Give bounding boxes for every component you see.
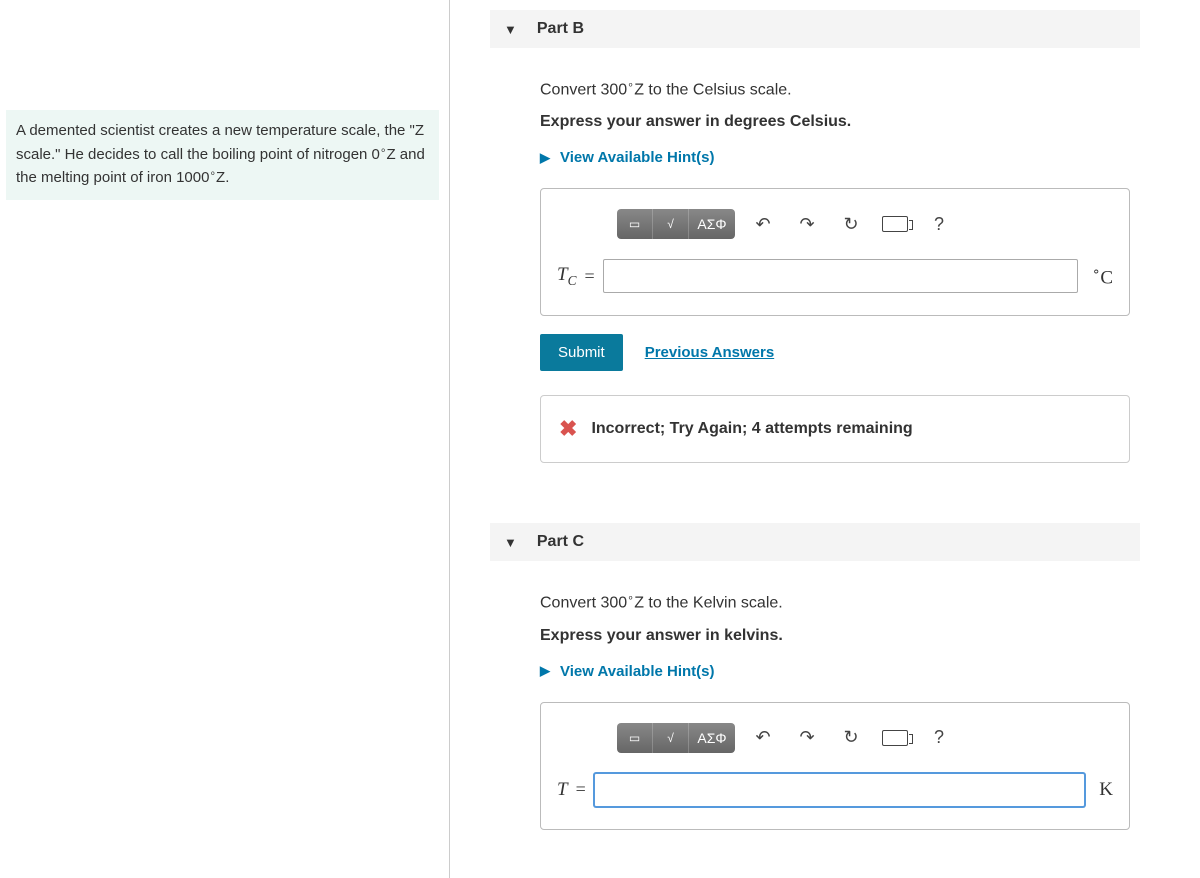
part-c-answer-box: ▭ √ ΑΣΦ ↶ ↷ ↻ ? T = K: [540, 702, 1130, 830]
root-icon[interactable]: √: [653, 723, 689, 753]
part-b-previous-answers-link[interactable]: Previous Answers: [645, 344, 775, 361]
part-b-hints-toggle[interactable]: ▶ View Available Hint(s): [540, 149, 1130, 166]
undo-icon[interactable]: ↶: [747, 724, 779, 752]
hints-label: View Available Hint(s): [560, 663, 715, 680]
reset-icon[interactable]: ↻: [835, 724, 867, 752]
part-c-unit: K: [1099, 779, 1113, 801]
mp-value: 1000: [176, 169, 209, 186]
part-b-toolbar: ▭ √ ΑΣΦ ↶ ↷ ↻ ?: [617, 209, 1113, 239]
part-c-hints-toggle[interactable]: ▶ View Available Hint(s): [540, 663, 1130, 680]
root-icon[interactable]: √: [653, 209, 689, 239]
part-b-variable: TC: [557, 264, 576, 289]
redo-icon[interactable]: ↷: [791, 210, 823, 238]
help-icon[interactable]: ?: [923, 210, 955, 238]
part-b-header[interactable]: ▼ Part B: [490, 10, 1140, 48]
redo-icon[interactable]: ↷: [791, 724, 823, 752]
keyboard-icon[interactable]: [879, 210, 911, 238]
part-c-question: Convert 300∘Z to the Kelvin scale.: [540, 591, 1130, 612]
hints-label: View Available Hint(s): [560, 149, 715, 166]
template-icon[interactable]: ▭: [617, 209, 653, 239]
part-b-question: Convert 300∘Z to the Celsius scale.: [540, 78, 1130, 99]
feedback-text: Incorrect; Try Again; 4 attempts remaini…: [591, 420, 912, 438]
bp-letter: Z: [386, 146, 395, 163]
caret-right-icon: ▶: [540, 663, 550, 679]
part-c-answer-input[interactable]: [594, 773, 1086, 807]
greek-icon[interactable]: ΑΣΦ: [689, 209, 735, 239]
equals-sign: =: [576, 779, 586, 800]
part-c-instruction: Express your answer in kelvins.: [540, 627, 1130, 645]
part-b-instruction: Express your answer in degrees Celsius.: [540, 113, 1130, 131]
part-b-answer-input[interactable]: [603, 259, 1078, 293]
undo-icon[interactable]: ↶: [747, 210, 779, 238]
caret-down-icon: ▼: [504, 535, 517, 550]
greek-icon[interactable]: ΑΣΦ: [689, 723, 735, 753]
part-b-title: Part B: [537, 20, 584, 38]
reset-icon[interactable]: ↻: [835, 210, 867, 238]
part-b-feedback: ✖ Incorrect; Try Again; 4 attempts remai…: [540, 395, 1130, 463]
problem-text: A demented scientist creates a new tempe…: [16, 122, 424, 163]
part-b-unit: ∘C: [1092, 264, 1113, 289]
help-icon[interactable]: ?: [923, 724, 955, 752]
caret-down-icon: ▼: [504, 22, 517, 37]
part-c-title: Part C: [537, 533, 584, 551]
part-c-variable: T: [557, 779, 568, 801]
problem-statement: A demented scientist creates a new tempe…: [6, 110, 439, 200]
caret-right-icon: ▶: [540, 150, 550, 166]
template-icon[interactable]: ▭: [617, 723, 653, 753]
part-b-submit-button[interactable]: Submit: [540, 334, 623, 371]
mp-letter: Z: [216, 169, 225, 186]
equals-sign: =: [584, 266, 594, 287]
part-b-answer-box: ▭ √ ΑΣΦ ↶ ↷ ↻ ? TC = ∘C: [540, 188, 1130, 316]
keyboard-icon[interactable]: [879, 724, 911, 752]
part-c-toolbar: ▭ √ ΑΣΦ ↶ ↷ ↻ ?: [617, 723, 1113, 753]
incorrect-icon: ✖: [559, 416, 577, 442]
problem-suffix: .: [225, 169, 229, 186]
part-c-header[interactable]: ▼ Part C: [490, 523, 1140, 561]
bp-value: 0: [372, 146, 380, 163]
